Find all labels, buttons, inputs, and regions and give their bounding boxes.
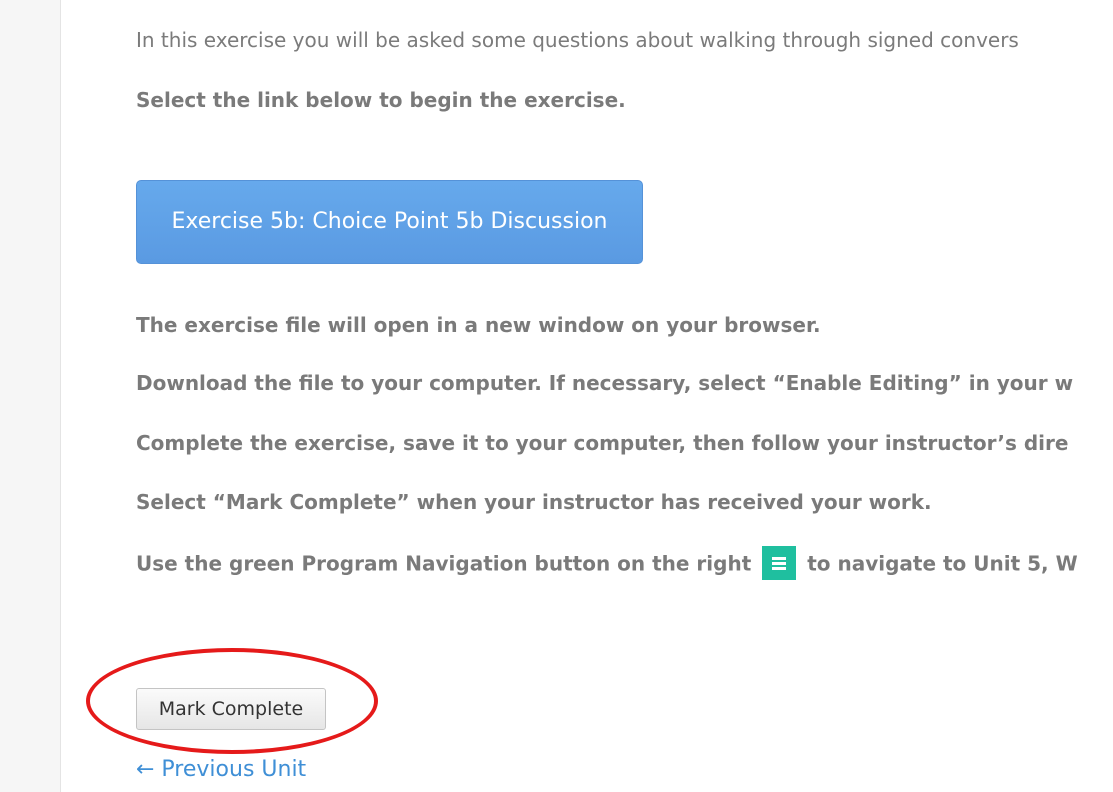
previous-unit-link[interactable]: ← Previous Unit	[136, 754, 306, 786]
instruction-mark-complete: Select “Mark Complete” when your instruc…	[136, 490, 932, 514]
select-link-instruction: Select the link below to begin the exerc…	[136, 88, 626, 112]
intro-text: In this exercise you will be asked some …	[136, 28, 1019, 52]
navigation-text-before: Use the green Program Navigation button …	[136, 551, 752, 576]
instruction-navigation: Use the green Program Navigation button …	[136, 546, 1078, 582]
instruction-complete: Complete the exercise, save it to your c…	[136, 431, 1069, 455]
left-sidebar-gutter	[0, 0, 61, 792]
menu-lines-icon[interactable]	[762, 546, 797, 580]
exercise-link-button[interactable]: Exercise 5b: Choice Point 5b Discussion	[136, 180, 643, 264]
navigation-text-after: to navigate to Unit 5, W	[807, 551, 1078, 576]
mark-complete-button[interactable]: Mark Complete	[136, 688, 326, 730]
instruction-download: Download the file to your computer. If n…	[136, 371, 1074, 395]
instruction-open-window: The exercise file will open in a new win…	[136, 313, 821, 337]
lesson-page: In this exercise you will be asked some …	[0, 0, 1113, 792]
